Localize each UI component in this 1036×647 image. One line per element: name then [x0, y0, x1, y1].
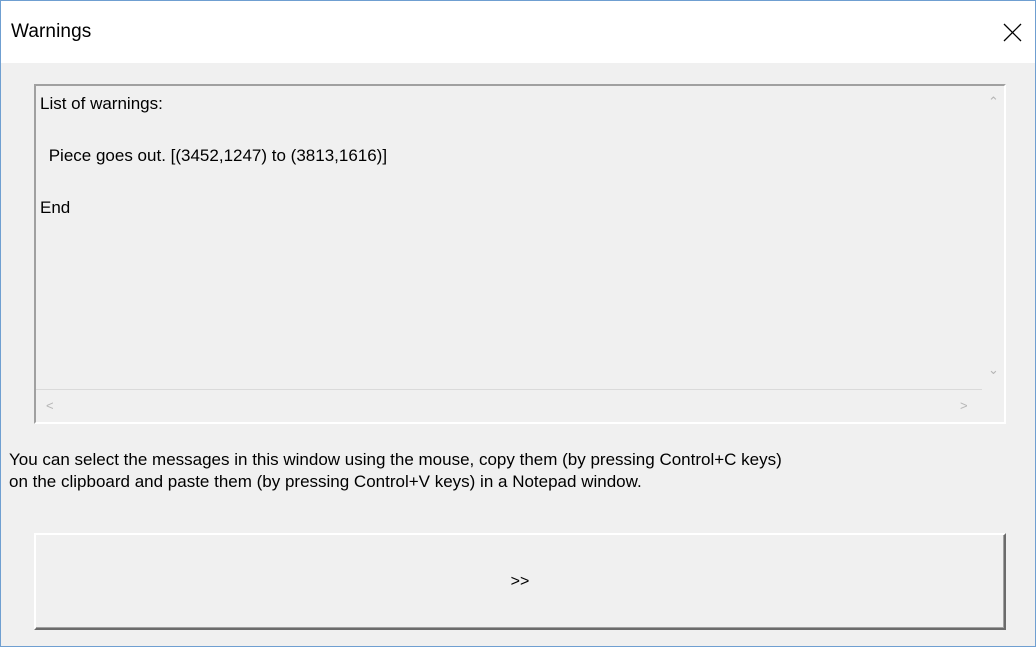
warnings-window: Warnings List of warnings: Piece goes ou… — [0, 0, 1036, 647]
window-title: Warnings — [11, 21, 92, 42]
warnings-text[interactable]: List of warnings: Piece goes out. [(3452… — [40, 92, 980, 382]
scrollbar-corner — [982, 390, 1004, 422]
close-icon — [1003, 23, 1021, 41]
title-bar: Warnings — [1, 1, 1035, 63]
info-text-line-1: You can select the messages in this wind… — [9, 450, 782, 469]
chevron-left-icon[interactable]: < — [46, 398, 54, 413]
chevron-down-icon[interactable]: ⌄ — [988, 362, 999, 378]
warning-item: Piece goes out. [(3452,1247) to (3813,16… — [44, 146, 388, 165]
chevron-up-icon[interactable]: ⌃ — [988, 94, 999, 110]
warnings-header: List of warnings: — [40, 94, 163, 113]
vertical-scrollbar[interactable]: ⌃ ⌄ — [982, 86, 1004, 386]
warnings-end: End — [40, 198, 71, 217]
info-text: You can select the messages in this wind… — [9, 449, 1019, 493]
close-button[interactable] — [989, 13, 1035, 51]
chevron-right-icon[interactable]: > — [960, 398, 968, 413]
next-button[interactable]: >> — [34, 533, 1006, 630]
horizontal-scrollbar[interactable]: < > — [36, 389, 982, 422]
next-button-label: >> — [510, 572, 530, 590]
warnings-text-area[interactable]: List of warnings: Piece goes out. [(3452… — [34, 84, 1006, 424]
info-text-line-2: on the clipboard and paste them (by pres… — [9, 472, 642, 491]
